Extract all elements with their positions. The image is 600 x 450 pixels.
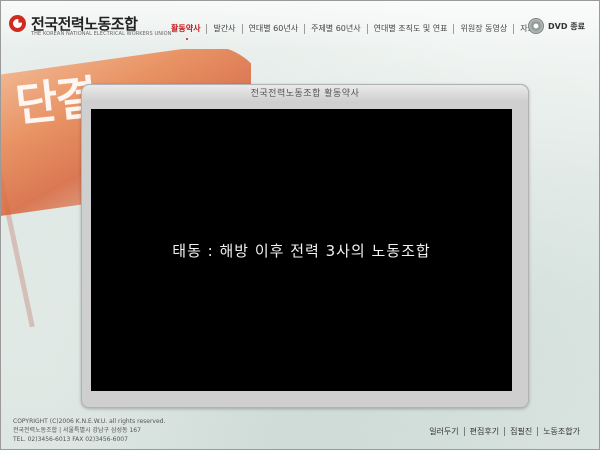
- footer-nav: 일러두기 편집후기 집필진 노동조합가: [424, 427, 585, 436]
- dvd-exit-label: DVD 종료: [548, 21, 585, 31]
- footer-link-union-song[interactable]: 노동조합가: [537, 427, 585, 436]
- nav-item-chairman-video[interactable]: 위원장 동영상: [453, 24, 513, 34]
- union-logo[interactable]: 전국전력노동조합 THE KOREAN NATIONAL ELECTRICAL …: [9, 11, 171, 41]
- panel-title: 전국전력노동조합 활동약사: [82, 85, 528, 103]
- nav-item-org-chart-timeline[interactable]: 연대별 조직도 및 연표: [366, 24, 454, 34]
- footer-link-notes[interactable]: 일러두기: [424, 427, 463, 436]
- nav-item-activity-history[interactable]: 활동약사: [165, 24, 206, 40]
- dvd-exit-button[interactable]: DVD 종료: [528, 18, 585, 34]
- footer-info: COPYRIGHT (C)2006 K.N.E.W.U. all rights …: [13, 417, 165, 444]
- nav-item-60-years-by-topic[interactable]: 주제별 60년사: [304, 24, 367, 34]
- footer-link-writers[interactable]: 집필진: [504, 427, 537, 436]
- nav-item-publication-preface[interactable]: 발간사: [206, 24, 241, 34]
- logo-subtitle: THE KOREAN NATIONAL ELECTRICAL WORKERS U…: [31, 31, 172, 37]
- disc-icon: [528, 18, 545, 34]
- app-window: 단결 전국전력노동조합 THE KOREAN NATIONAL ELECTRIC…: [0, 0, 600, 450]
- address-text: 전국전력노동조합 | 서울특별시 강남구 삼성동 167: [13, 427, 141, 434]
- nav-item-60-years-by-era[interactable]: 연대별 60년사: [241, 24, 305, 34]
- footer-link-editors-postscript[interactable]: 편집후기: [463, 427, 504, 436]
- video-caption: 태동 : 해방 이후 전력 3사의 노동조합: [172, 241, 431, 260]
- video-screen[interactable]: 태동 : 해방 이후 전력 3사의 노동조합: [91, 109, 512, 391]
- video-panel: 전국전력노동조합 활동약사 태동 : 해방 이후 전력 3사의 노동조합: [81, 84, 529, 408]
- union-logo-icon: [9, 15, 26, 32]
- main-nav: 활동약사 발간사 연대별 60년사 주제별 60년사 연대별 조직도 및 연표 …: [165, 19, 548, 40]
- tel-fax-text: TEL. 02)3456-6013 FAX 02)3456-6007: [13, 436, 128, 443]
- copyright-text: COPYRIGHT (C)2006 K.N.E.W.U. all rights …: [13, 418, 166, 425]
- top-bar: 전국전력노동조합 THE KOREAN NATIONAL ELECTRICAL …: [1, 1, 599, 51]
